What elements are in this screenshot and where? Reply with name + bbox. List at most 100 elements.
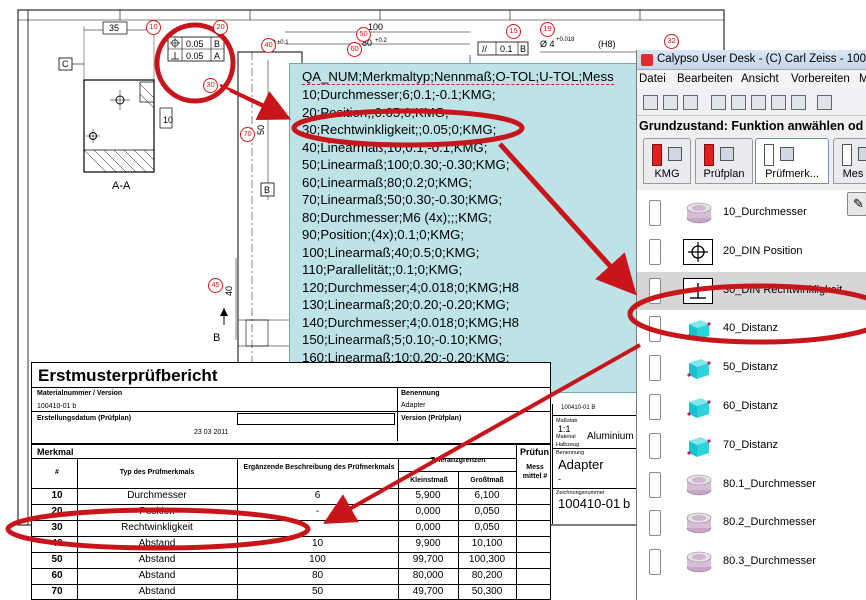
paste-icon[interactable] [751, 95, 766, 110]
row-checkbox[interactable] [649, 200, 661, 226]
report-cell-max: 50,300 [471, 586, 503, 597]
status-flag-icon [842, 144, 852, 166]
characteristic-row[interactable]: 50_Distanz [637, 349, 866, 387]
characteristic-row[interactable]: 80.2_Durchmesser [637, 504, 866, 542]
characteristic-row[interactable]: 80.1_Durchmesser [637, 466, 866, 504]
cut-icon[interactable] [711, 95, 726, 110]
balloon-marker: 40 [261, 38, 276, 53]
characteristic-row[interactable]: 20_DIN Position [637, 233, 866, 271]
report-cell-min: 49,700 [412, 586, 444, 597]
plan-icon [720, 147, 734, 161]
report-cell-nr: 70 [51, 586, 63, 597]
tab-plan[interactable]: Prüfplan [695, 138, 753, 184]
report-cell-typ: Durchmesser [127, 490, 187, 501]
report-row-rule [32, 552, 550, 553]
row-checkbox[interactable] [649, 471, 661, 498]
characteristic-label: 30_DIN Rechtwinkligkeit [723, 283, 843, 296]
rep-version-label: Version (Prüfplan) [401, 415, 462, 422]
characteristic-row[interactable]: 30_DIN Rechtwinkligkeit [637, 271, 866, 310]
row-checkbox[interactable] [649, 549, 661, 576]
tb-material-label: Material [556, 434, 576, 440]
rep-date-box [237, 413, 395, 425]
csv-line: 20;Position;;0.05;0;KMG; [302, 104, 449, 120]
copy-icon[interactable] [731, 95, 746, 110]
menu-item[interactable]: Ansicht [741, 73, 779, 85]
report-cell-desc: 10 [311, 538, 324, 549]
report-cell-desc: 100 [309, 554, 326, 565]
status-flag-icon [764, 144, 774, 166]
rep-rule-1 [32, 387, 550, 388]
row-checkbox[interactable] [649, 510, 661, 537]
report-cell-min: 0,000 [415, 522, 441, 533]
tb-top-number: 100410-01 B [561, 405, 596, 411]
report-cell-desc: 80 [311, 570, 324, 581]
position-icon [683, 238, 713, 265]
rep-rule-v1 [397, 387, 398, 411]
first-article-report: Erstmusterprüfbericht Materialnummer / V… [31, 362, 551, 600]
menu-item[interactable]: Datei [639, 73, 666, 85]
csv-line: 110;Parallelität;;0.1;0;KMG; [302, 262, 463, 277]
rep-col-desc: Ergänzende Beschreibung des Prüfmerkmals [243, 464, 395, 471]
cube-icon [685, 316, 711, 342]
calypso-title: Calypso User Desk - (C) Carl Zeiss - 100… [657, 53, 866, 65]
csv-header-text: QA_NUM;Merkmaltyp;Nennmaß;O-TOL;U-TOL;Me… [302, 69, 614, 85]
edit-icon[interactable] [771, 95, 786, 110]
report-row-rule [32, 504, 550, 505]
characteristic-label: 40_Distanz [723, 322, 779, 335]
cylinder-icon [685, 474, 713, 496]
fcf-position-ref: B [214, 39, 220, 49]
tb-zeichnung-rev: b [623, 496, 631, 511]
report-cell-desc: 50 [311, 586, 324, 597]
menu-item[interactable]: Me [859, 73, 866, 85]
tab-label: Mes [842, 168, 864, 180]
report-cell-min: 0,000 [415, 506, 441, 517]
report-cell-nr: 20 [51, 506, 63, 517]
tab-wrench[interactable]: KMG [643, 138, 691, 184]
characteristic-label: 10_Durchmesser [723, 206, 807, 218]
calypso-tabs: KMG Prüfplan Prüfmerk... Mes [637, 138, 866, 186]
characteristic-row[interactable]: 40_Distanz [637, 310, 866, 348]
status-flag-icon [704, 144, 714, 166]
characteristic-row[interactable]: 80.3_Durchmesser [637, 543, 866, 581]
report-title: Erstmusterprüfbericht [38, 366, 218, 385]
characteristic-row[interactable]: 60_Distanz [637, 388, 866, 426]
csv-line: 150;Linearmaß;5;0.10;-0.10;KMG; [302, 332, 503, 347]
section-label: A-A [112, 180, 131, 192]
menu-item[interactable]: Vorbereiten [791, 73, 850, 85]
report-cell-typ: Abstand [138, 586, 176, 597]
new-icon[interactable] [643, 95, 658, 110]
run-icon[interactable] [791, 95, 806, 110]
balloon-marker: 70 [240, 127, 255, 142]
cube-icon [685, 355, 711, 381]
row-checkbox[interactable] [649, 316, 661, 343]
characteristic-row[interactable]: 70_Distanz [637, 427, 866, 465]
status-flag-icon [652, 144, 662, 166]
tab-label: KMG [654, 168, 680, 180]
menu-item[interactable]: Bearbeiten [677, 73, 733, 85]
open-icon[interactable] [663, 95, 678, 110]
row-checkbox[interactable] [649, 394, 661, 420]
row-checkbox[interactable] [649, 355, 661, 382]
report-cell-nr: 50 [51, 554, 63, 565]
rep-rule-v2 [397, 411, 398, 441]
characteristic-row[interactable]: 10_Durchmesser [637, 194, 866, 232]
dim-10-vert: 10 [163, 115, 173, 125]
report-row-rule [32, 520, 550, 521]
pencil-button[interactable]: ✎ [847, 192, 866, 216]
dim-h8: (H8) [598, 39, 616, 49]
tab-feature[interactable]: Prüfmerk... [755, 138, 829, 184]
calypso-logo-icon [641, 54, 653, 66]
save-icon[interactable] [683, 95, 698, 110]
rep-col-klein: Kleinstmaß [410, 477, 448, 484]
dim-50: 50 [256, 125, 266, 135]
fcf-perp-ref: A [214, 51, 220, 61]
binoculars-icon[interactable] [817, 95, 832, 110]
row-checkbox[interactable] [649, 277, 661, 304]
row-checkbox[interactable] [649, 238, 661, 265]
report-cell-desc: - [315, 506, 320, 517]
report-cell-typ: Abstand [138, 554, 176, 565]
tab-measure[interactable]: Mes [833, 138, 866, 184]
rep-benennung-value: Adapter [401, 402, 426, 409]
section-mark-b: B [213, 332, 220, 344]
row-checkbox[interactable] [649, 432, 661, 459]
